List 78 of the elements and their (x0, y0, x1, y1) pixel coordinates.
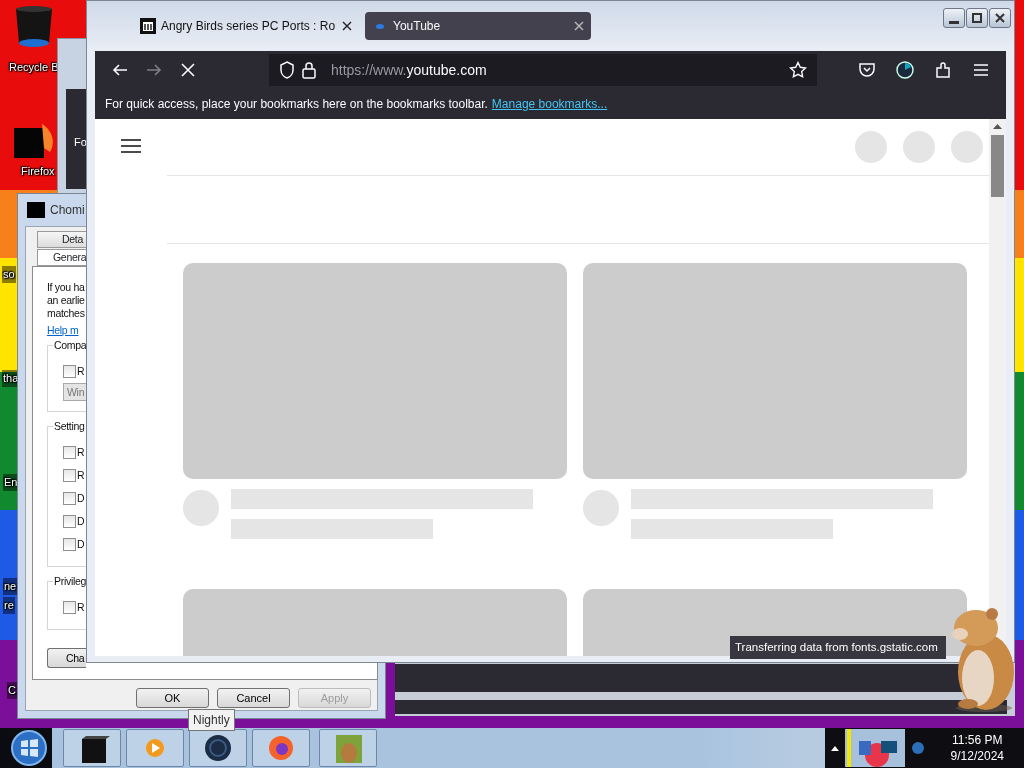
speaker-icon[interactable] (910, 739, 925, 757)
checkbox-label[interactable]: D (77, 513, 85, 530)
placeholder-avatar (583, 490, 619, 526)
change-settings-button[interactable]: Cha (47, 648, 86, 668)
close-icon[interactable] (574, 21, 584, 31)
description-text: If you ha (47, 281, 85, 294)
up-arrow-icon[interactable] (993, 124, 1002, 129)
stop-icon (179, 61, 197, 79)
checkbox[interactable] (63, 492, 76, 505)
checkbox-label[interactable]: D (77, 490, 85, 507)
menu-icon (972, 61, 990, 79)
placeholder-circle (903, 131, 935, 163)
checkbox[interactable] (63, 601, 76, 614)
dialog-tab[interactable]: Deta (37, 231, 86, 248)
maximize-button[interactable] (966, 8, 988, 28)
checkbox-label[interactable]: R (77, 363, 85, 380)
icon-label[interactable]: Firefox (21, 163, 55, 180)
tab-title: YouTube (393, 18, 442, 35)
checkbox-label[interactable]: R (77, 467, 85, 484)
icon-label[interactable]: ne (3, 578, 18, 595)
bookmarks-hint: For quick access, place your bookmarks here on the bookmarks toolbar. (105, 96, 488, 113)
minimize-button[interactable] (943, 8, 965, 28)
maximize-icon (970, 12, 984, 24)
icon-label[interactable]: C (7, 682, 17, 699)
clock-time[interactable]: 11:56 PM (950, 732, 1004, 748)
placeholder-circle (951, 131, 983, 163)
dialog-tab[interactable]: Genera (37, 249, 86, 266)
group-title: Privileg (53, 574, 88, 590)
checkbox-label[interactable]: R (77, 599, 85, 616)
minimize-icon (949, 20, 959, 24)
menu-icon[interactable] (121, 138, 141, 154)
loading-icon (376, 23, 384, 29)
tab-title: Angry Birds series PC Ports : Ro (161, 18, 337, 35)
checkbox[interactable] (63, 515, 76, 528)
pocket-icon (858, 61, 876, 79)
browser-tab[interactable]: Angry Birds series PC Ports : Ro (133, 12, 359, 40)
description-text: matches (47, 307, 85, 320)
address-bar[interactable]: https://www.youtube.com (269, 54, 817, 86)
group-title: Setting (53, 419, 86, 435)
tooltip: Nightly (188, 709, 235, 731)
icon-label[interactable]: re (3, 597, 15, 614)
description-text: an earlie (47, 294, 85, 307)
window-title: Chomi (50, 202, 85, 219)
close-button[interactable] (989, 8, 1011, 28)
timer-icon (896, 61, 914, 79)
tray-app-icon[interactable] (844, 729, 905, 767)
url-text: https://www.youtube.com (331, 60, 488, 80)
browser-tab[interactable]: YouTube (365, 12, 591, 40)
shield-icon (279, 61, 295, 79)
clock-date[interactable]: 9/12/2024 (950, 748, 1004, 764)
checkbox[interactable] (63, 469, 76, 482)
dropdown[interactable]: Win (63, 383, 87, 401)
checkbox[interactable] (63, 538, 76, 551)
close-icon (993, 12, 1007, 24)
app-icon (27, 202, 45, 218)
placeholder-avatar (183, 490, 219, 526)
caret-icon[interactable] (830, 745, 839, 751)
star-icon[interactable] (789, 61, 807, 79)
dialog-button[interactable]: Cancel (217, 688, 290, 708)
taskbar-button[interactable] (63, 729, 121, 767)
checkbox[interactable] (63, 446, 76, 459)
checkbox-label[interactable]: R (77, 444, 85, 461)
icon-label[interactable]: so (2, 266, 16, 283)
pillars-icon (140, 18, 156, 34)
window-text: Fo (74, 136, 87, 148)
checkbox-label[interactable]: D (77, 536, 85, 553)
lock-icon (301, 61, 317, 79)
checkbox[interactable] (63, 365, 76, 378)
dialog-button[interactable]: OK (136, 688, 209, 708)
status-tooltip: Transferring data from fonts.gstatic.com (730, 636, 946, 660)
scroll-thumb[interactable] (991, 135, 1004, 197)
help-link[interactable]: Help m (47, 324, 79, 337)
placeholder-circle (855, 131, 887, 163)
group-title: Compa (53, 338, 88, 354)
close-icon[interactable] (342, 21, 352, 31)
taskbar-button[interactable] (189, 729, 247, 767)
manage-bookmarks-link[interactable]: Manage bookmarks... (491, 95, 608, 113)
windows-logo-icon (10, 729, 48, 767)
